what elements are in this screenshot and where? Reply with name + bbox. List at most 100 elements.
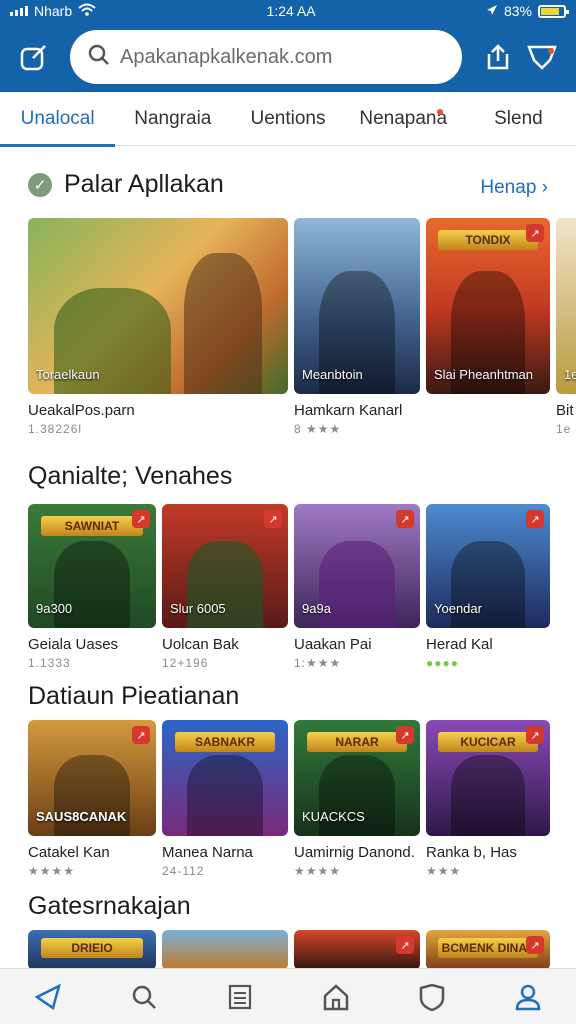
header: Apakanapkalkenak.com: [0, 22, 576, 92]
app-thumbnail: ↗ SAUS8CANAK: [28, 720, 156, 836]
app-card[interactable]: [162, 930, 288, 970]
app-name: Manea Narna: [162, 844, 253, 861]
app-meta: ★★★★: [294, 864, 342, 878]
external-icon: ↗: [132, 510, 150, 528]
tab-nenapana[interactable]: Nenapana: [346, 92, 461, 146]
battery-percent: 83%: [503, 3, 532, 19]
tab-unalocal[interactable]: Unalocal: [0, 92, 116, 147]
clock: 1:24 AA: [266, 3, 316, 19]
status-bar: Nharb 1:24 AA 83%: [0, 0, 576, 22]
list-icon[interactable]: [218, 975, 262, 1019]
app-thumbnail: Toraelkaun: [28, 218, 288, 394]
external-icon: ↗: [526, 936, 544, 954]
section-title: ✓ Palar Apllakan: [28, 170, 224, 199]
app-thumbnail: ↗ Yoendar: [426, 504, 550, 628]
app-meta: 1.1333: [28, 656, 71, 670]
app-card[interactable]: 1e Bit 1e: [556, 218, 576, 436]
app-card[interactable]: ↗ Slur 6005 Uolcan Bak 12+196: [162, 504, 288, 670]
app-card[interactable]: TONDIX ↗ Slai Pheanhtman: [426, 218, 550, 436]
external-icon: ↗: [526, 726, 544, 744]
app-card[interactable]: BCMENK DINAL ↗: [426, 930, 550, 970]
app-name: UeakalPos.parn: [28, 402, 135, 419]
shield-icon[interactable]: [410, 975, 454, 1019]
app-row: ↗ SAUS8CANAK Catakel Kan ★★★★ SABNAKR Ma…: [28, 720, 550, 878]
external-icon: ↗: [396, 510, 414, 528]
app-thumbnail: 1e: [556, 218, 576, 394]
section-title: Datiaun Pieatianan: [28, 682, 240, 710]
search-value: Apakanapkalkenak.com: [120, 45, 333, 68]
app-card[interactable]: DRIEIO: [28, 930, 156, 970]
app-meta: 1:★★★: [294, 656, 342, 670]
see-more-link[interactable]: Henap ›: [480, 177, 548, 199]
app-thumbnail: ↗ Slur 6005: [162, 504, 288, 628]
app-thumbnail: SAWNIAT ↗ 9a300: [28, 504, 156, 628]
app-meta: ★★★: [426, 864, 462, 878]
app-name: Bit: [556, 402, 574, 419]
app-name: Herad Kal: [426, 636, 493, 653]
app-row: DRIEIO ↗ BCMENK DINAL ↗: [28, 930, 550, 970]
app-thumbnail: NARAR ↗ KUACKCS: [294, 720, 420, 836]
bottom-nav: [0, 968, 576, 1024]
external-icon: ↗: [132, 726, 150, 744]
featured-row: Toraelkaun UeakalPos.parn 1.38226l Meanb…: [28, 218, 576, 436]
search-icon[interactable]: [122, 975, 166, 1019]
back-icon[interactable]: [26, 975, 70, 1019]
app-name: Uamirnig Danond.: [294, 844, 415, 861]
external-icon: ↗: [396, 936, 414, 954]
app-name: Uolcan Bak: [162, 636, 239, 653]
app-thumbnail: BCMENK DINAL ↗: [426, 930, 550, 970]
external-icon: ↗: [264, 510, 282, 528]
search-input[interactable]: Apakanapkalkenak.com: [70, 30, 462, 84]
profile-icon[interactable]: [506, 975, 550, 1019]
app-card[interactable]: ↗ Yoendar Herad Kal ●●●●: [426, 504, 550, 670]
app-meta: ●●●●: [426, 656, 459, 670]
signal-icon: [10, 6, 28, 16]
location-icon: [486, 3, 498, 19]
notification-dot: [436, 108, 443, 115]
app-card[interactable]: ↗ 9a9a Uaakan Pai 1:★★★: [294, 504, 420, 670]
app-name: Ranka b, Has: [426, 844, 517, 861]
app-name: Geiala Uases: [28, 636, 119, 653]
external-icon: ↗: [396, 726, 414, 744]
chevron-right-icon: ›: [541, 177, 548, 198]
badge-icon[interactable]: [520, 35, 564, 79]
app-meta: ★★★★: [28, 864, 76, 878]
app-thumbnail: TONDIX ↗ Slai Pheanhtman: [426, 218, 550, 394]
tab-bar: Unalocal Nangraia Uentions Nenapana Slen…: [0, 92, 576, 147]
app-thumbnail: SABNAKR: [162, 720, 288, 836]
share-icon[interactable]: [476, 35, 520, 79]
app-card[interactable]: NARAR ↗ KUACKCS Uamirnig Danond. ★★★★: [294, 720, 420, 878]
app-thumbnail: [162, 930, 288, 970]
app-name: Uaakan Pai: [294, 636, 372, 653]
app-card[interactable]: SAWNIAT ↗ 9a300 Geiala Uases 1.1333: [28, 504, 156, 670]
battery-icon: [538, 4, 569, 18]
app-name: Catakel Kan: [28, 844, 110, 861]
app-card[interactable]: SABNAKR Manea Narna 24-112: [162, 720, 288, 878]
edit-icon[interactable]: [12, 35, 56, 79]
section-title: Gatesrnakajan: [28, 892, 191, 920]
app-meta: 12+196: [162, 656, 209, 670]
app-card[interactable]: Toraelkaun UeakalPos.parn 1.38226l: [28, 218, 288, 436]
app-thumbnail: ↗: [294, 930, 420, 970]
app-card[interactable]: ↗: [294, 930, 420, 970]
app-row: SAWNIAT ↗ 9a300 Geiala Uases 1.1333 ↗ Sl…: [28, 504, 550, 670]
app-card[interactable]: Meanbtoin Hamkarn Kanarl 8 ★★★: [294, 218, 420, 436]
wifi-icon: [78, 3, 96, 20]
section-title: Qanialte; Venahes: [28, 462, 233, 490]
app-card[interactable]: KUCICAR ↗ Ranka b, Has ★★★: [426, 720, 550, 878]
app-thumbnail: KUCICAR ↗: [426, 720, 550, 836]
tab-uentions[interactable]: Uentions: [230, 92, 345, 146]
external-icon: ↗: [526, 224, 544, 242]
tab-slend[interactable]: Slend: [461, 92, 576, 146]
app-meta: 1e: [556, 422, 572, 436]
home-icon[interactable]: [314, 975, 358, 1019]
app-thumbnail: DRIEIO: [28, 930, 156, 970]
app-card[interactable]: ↗ SAUS8CANAK Catakel Kan ★★★★: [28, 720, 156, 878]
app-meta: 1.38226l: [28, 422, 83, 436]
tab-nangraia[interactable]: Nangraia: [115, 92, 230, 146]
app-thumbnail: ↗ 9a9a: [294, 504, 420, 628]
search-icon: [88, 44, 110, 71]
external-icon: ↗: [526, 510, 544, 528]
check-icon: ✓: [28, 173, 52, 198]
carrier-name: Nharb: [34, 3, 73, 19]
